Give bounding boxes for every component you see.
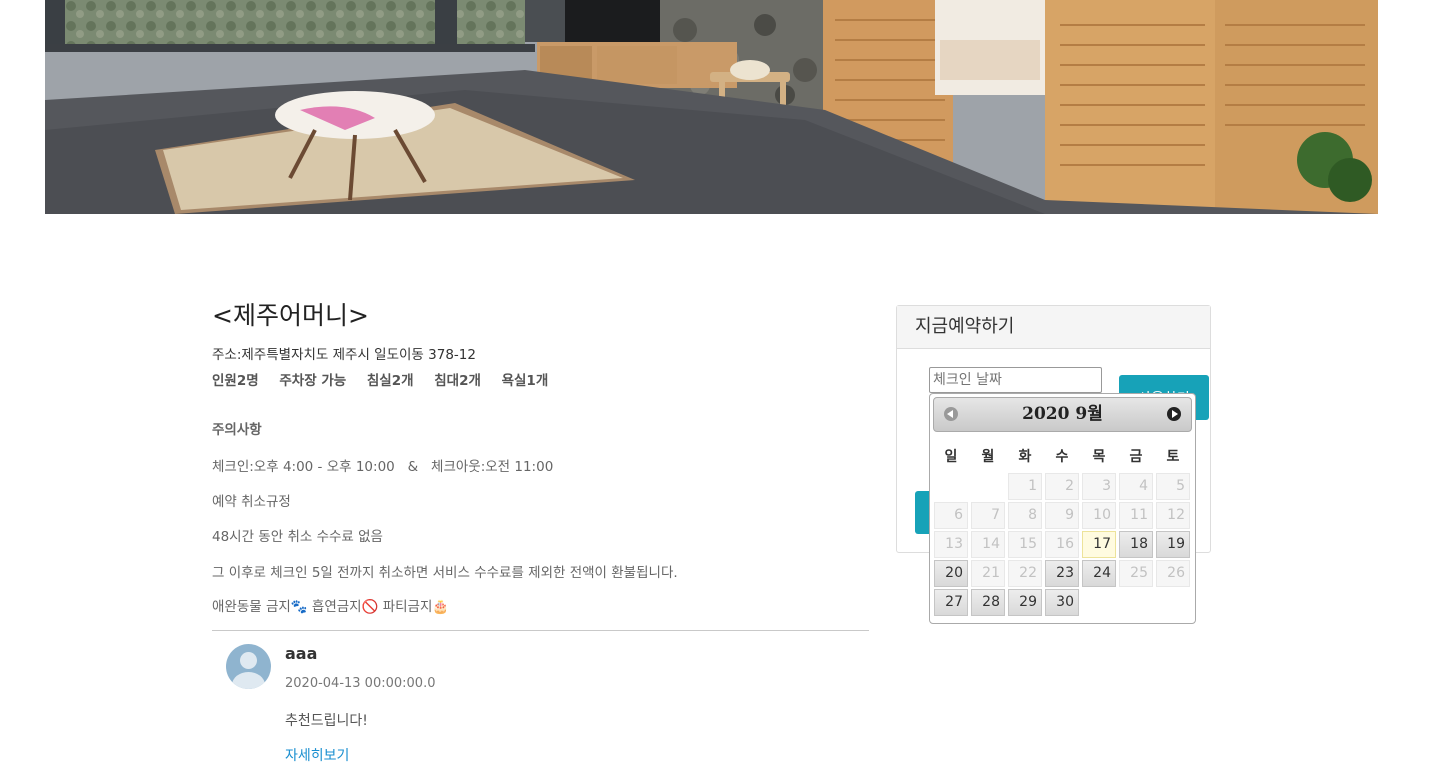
calendar-day: 7 <box>971 502 1005 529</box>
weekday-label: 토 <box>1166 449 1180 465</box>
hero-image <box>45 0 1378 214</box>
datepicker: 2020 9월 일 월 화 수 목 금 토 1 2 3 4 5 6 7 8 9 10 11 12 13 14 15 16 17… <box>929 393 1196 624</box>
calendar-day: 4 <box>1119 473 1153 500</box>
listing-address: 주소:제주특별자치도 제주시 일도이동 378-12 <box>212 347 476 363</box>
checkin-info: 체크인:오후 4:00 - 오후 10:00 & 체크아웃:오전 11:00 <box>212 459 554 475</box>
calendar-day: 9 <box>1045 502 1079 529</box>
section-divider <box>212 630 869 631</box>
listing-details: <제주어머니> 주소:제주특별자치도 제주시 일도이동 378-12 인원2명 … <box>212 300 869 631</box>
notice-heading: 주의사항 <box>212 422 262 438</box>
calendar-day[interactable]: 24 <box>1082 560 1116 587</box>
calendar-day: 1 <box>1008 473 1042 500</box>
calendar-day[interactable]: 29 <box>1008 589 1042 616</box>
calendar-day: 26 <box>1156 560 1190 587</box>
weekday-label: 화 <box>1018 449 1032 465</box>
listing-title: <제주어머니> <box>212 301 369 330</box>
checkin-date-input[interactable] <box>929 367 1102 393</box>
calendar-day: 8 <box>1008 502 1042 529</box>
weekday-label: 수 <box>1055 449 1069 465</box>
calendar-day: 13 <box>934 531 968 558</box>
calendar-day: 25 <box>1119 560 1153 587</box>
calendar-day: 2 <box>1045 473 1079 500</box>
avatar <box>226 644 271 689</box>
weekday-label: 금 <box>1129 449 1143 465</box>
calendar-day: 16 <box>1045 531 1079 558</box>
calendar-day: 14 <box>971 531 1005 558</box>
next-month-icon[interactable] <box>1167 407 1181 421</box>
calendar-day: 10 <box>1082 502 1116 529</box>
amenity-parking: 주차장 가능 <box>279 373 347 389</box>
calendar-day: 6 <box>934 502 968 529</box>
amenity-bathrooms: 욕실1개 <box>501 373 549 389</box>
calendar-day: 21 <box>971 560 1005 587</box>
cancel-rule-1: 48시간 동안 취소 수수료 없음 <box>212 529 383 545</box>
calendar-day[interactable]: 23 <box>1045 560 1079 587</box>
review-text: 추천드립니다! <box>285 713 368 729</box>
review-item: aaa 2020-04-13 00:00:00.0 추천드립니다! 자세히보기 <box>226 642 866 777</box>
calendar-day: 11 <box>1119 502 1153 529</box>
amenity-guests: 인원2명 <box>212 373 259 389</box>
weekday-label: 목 <box>1092 449 1106 465</box>
calendar-day: 3 <box>1082 473 1116 500</box>
calendar-day[interactable]: 20 <box>934 560 968 587</box>
review-more-link[interactable]: 자세히보기 <box>285 745 349 765</box>
amenities-list: 인원2명 주차장 가능 침실2개 침대2개 욕실1개 <box>212 372 869 390</box>
review-date: 2020-04-13 00:00:00.0 <box>285 676 436 691</box>
calendar-day: 22 <box>1008 560 1042 587</box>
calendar-day: 12 <box>1156 502 1190 529</box>
datepicker-header: 2020 9월 <box>933 397 1192 432</box>
calendar-day[interactable]: 27 <box>934 589 968 616</box>
datepicker-title: 2020 9월 <box>1022 404 1103 424</box>
cancel-heading: 예약 취소규정 <box>212 494 291 510</box>
cancel-rule-2: 그 이후로 체크인 5일 전까지 취소하면 서비스 수수료를 제외한 전액이 환… <box>212 565 678 581</box>
calendar-day: 15 <box>1008 531 1042 558</box>
reviewer-name: aaa <box>285 644 318 663</box>
calendar-day[interactable]: 19 <box>1156 531 1190 558</box>
calendar-day[interactable]: 30 <box>1045 589 1079 616</box>
booking-header: 지금예약하기 <box>897 306 1210 349</box>
calendar-day[interactable]: 17 <box>1082 531 1116 558</box>
amenity-bedrooms: 침실2개 <box>366 373 414 389</box>
amenity-beds: 침대2개 <box>434 373 481 389</box>
weekday-label: 일 <box>944 449 958 465</box>
calendar-day[interactable]: 28 <box>971 589 1005 616</box>
calendar-day[interactable]: 18 <box>1119 531 1153 558</box>
house-restrictions: 애완동물 금지🐾 흡연금지🚫 파티금지🎂 <box>212 599 450 615</box>
calendar-day: 5 <box>1156 473 1190 500</box>
weekday-label: 월 <box>981 449 995 465</box>
